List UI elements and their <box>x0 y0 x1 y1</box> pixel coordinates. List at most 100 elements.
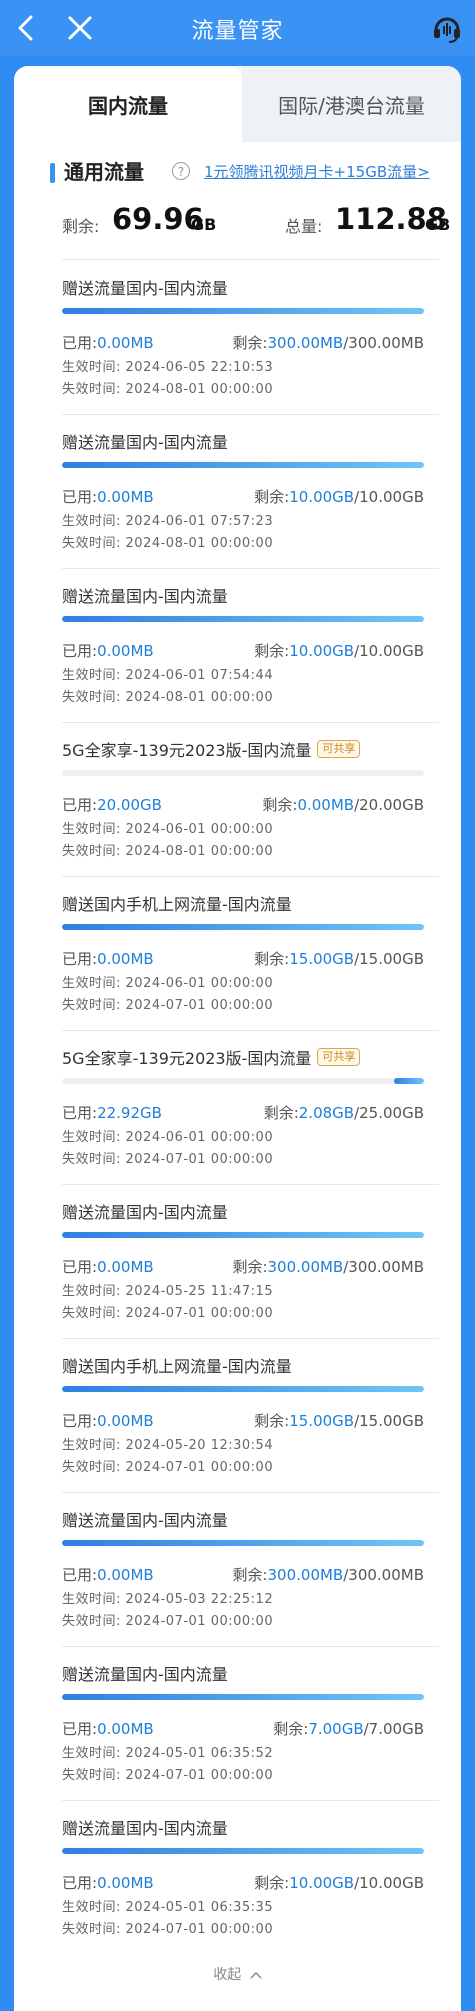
start-time: 生效时间: 2024-06-05 22:10:53 <box>62 356 273 375</box>
start-label: 生效时间: <box>62 1900 121 1915</box>
end-time: 失效时间: 2024-07-01 00:00:00 <box>62 1918 273 1937</box>
remain-value: 2.08GB <box>298 1104 355 1122</box>
used-amount: 已用:0.00MB <box>62 1872 154 1893</box>
start-time: 生效时间: 2024-06-01 00:00:00 <box>62 1126 273 1145</box>
end-time: 失效时间: 2024-07-01 00:00:00 <box>62 1456 273 1475</box>
end-time: 失效时间: 2024-08-01 00:00:00 <box>62 532 273 551</box>
start-value: 2024-06-01 07:57:23 <box>125 514 274 529</box>
start-label: 生效时间: <box>62 822 121 837</box>
start-time: 生效时间: 2024-06-01 00:00:00 <box>62 972 273 991</box>
usage-bar-fill <box>62 1232 424 1238</box>
item-name: 赠送流量国内-国内流量 <box>62 1815 228 1839</box>
item-name: 赠送流量国内-国内流量 <box>62 429 228 453</box>
end-time: 失效时间: 2024-08-01 00:00:00 <box>62 686 273 705</box>
remain-label: 剩余: <box>232 334 268 352</box>
collapse-button[interactable]: 收起 <box>14 1964 461 1984</box>
remain-label: 剩余: <box>262 796 298 814</box>
end-time: 失效时间: 2024-08-01 00:00:00 <box>62 840 273 859</box>
start-label: 生效时间: <box>62 1592 121 1607</box>
tab-domestic[interactable]: 国内流量 <box>14 66 242 142</box>
start-time: 生效时间: 2024-05-01 06:35:35 <box>62 1896 273 1915</box>
section-accent <box>50 163 55 183</box>
item-name: 5G全家享-139元2023版-国内流量 可共享 <box>62 1045 361 1069</box>
start-label: 生效时间: <box>62 514 121 529</box>
item-name-text: 赠送流量国内-国内流量 <box>62 1511 228 1530</box>
traffic-item: 赠送国内手机上网流量-国内流量 已用:0.00MB 剩余:15.00GB/15.… <box>14 1338 461 1492</box>
remain-amount: 剩余:10.00GB/10.00GB <box>254 640 424 661</box>
end-label: 失效时间: <box>62 1614 121 1629</box>
total-value: /15.00GB <box>354 1412 424 1430</box>
start-value: 2024-06-01 00:00:00 <box>125 822 274 837</box>
start-value: 2024-05-01 06:35:52 <box>125 1746 274 1761</box>
end-time: 失效时间: 2024-07-01 00:00:00 <box>62 1610 273 1629</box>
used-value: 20.00GB <box>97 796 162 814</box>
remain-label: 剩余: <box>263 1104 299 1122</box>
help-icon[interactable]: ? <box>172 162 190 180</box>
usage-bar-fill <box>62 1848 424 1854</box>
traffic-item: 赠送流量国内-国内流量 已用:0.00MB 剩余:10.00GB/10.00GB… <box>14 568 461 722</box>
used-value: 22.92GB <box>97 1104 162 1122</box>
used-value: 0.00MB <box>97 1566 154 1584</box>
start-time: 生效时间: 2024-05-01 06:35:52 <box>62 1742 273 1761</box>
used-value: 0.00MB <box>97 1720 154 1738</box>
used-amount: 已用:0.00MB <box>62 640 154 661</box>
traffic-item: 赠送流量国内-国内流量 已用:0.00MB 剩余:7.00GB/7.00GB 生… <box>14 1646 461 1800</box>
promo-link[interactable]: 1元领腾讯视频月卡+15GB流量> <box>204 161 430 182</box>
tab-bar: 国内流量 国际/港澳台流量 <box>14 66 461 142</box>
traffic-item: 赠送流量国内-国内流量 已用:0.00MB 剩余:10.00GB/10.00GB… <box>14 414 461 568</box>
start-value: 2024-05-20 12:30:54 <box>125 1438 274 1453</box>
usage-bar <box>62 1078 424 1084</box>
start-time: 生效时间: 2024-06-01 07:57:23 <box>62 510 273 529</box>
usage-bar <box>62 1386 424 1392</box>
traffic-item: 赠送流量国内-国内流量 已用:0.00MB 剩余:300.00MB/300.00… <box>14 1184 461 1338</box>
customer-service-button[interactable] <box>427 8 467 48</box>
used-label: 已用: <box>62 1104 98 1122</box>
end-value: 2024-07-01 00:00:00 <box>125 1922 274 1937</box>
item-name-text: 5G全家享-139元2023版-国内流量 <box>62 741 312 760</box>
remain-label: 剩余: <box>254 488 290 506</box>
tab-international[interactable]: 国际/港澳台流量 <box>242 66 461 142</box>
usage-bar <box>62 770 424 776</box>
item-name: 5G全家享-139元2023版-国内流量 可共享 <box>62 737 361 761</box>
used-amount: 已用:0.00MB <box>62 332 154 353</box>
page-title: 流量管家 <box>191 19 284 44</box>
remain-amount: 剩余:15.00GB/15.00GB <box>254 1410 424 1431</box>
used-value: 0.00MB <box>97 488 154 506</box>
start-value: 2024-06-01 00:00:00 <box>125 976 274 991</box>
total-value: /10.00GB <box>354 642 424 660</box>
end-label: 失效时间: <box>62 1306 121 1321</box>
start-label: 生效时间: <box>62 360 121 375</box>
total-value: /300.00MB <box>343 334 424 352</box>
end-value: 2024-08-01 00:00:00 <box>125 844 274 859</box>
headset-icon <box>434 17 460 43</box>
traffic-item: 赠送流量国内-国内流量 已用:0.00MB 剩余:10.00GB/10.00GB… <box>14 1800 461 1954</box>
end-value: 2024-07-01 00:00:00 <box>125 998 274 1013</box>
used-value: 0.00MB <box>97 1258 154 1276</box>
usage-bar-fill <box>62 1540 424 1546</box>
remain-amount: 剩余:300.00MB/300.00MB <box>232 332 424 353</box>
end-label: 失效时间: <box>62 844 121 859</box>
item-name-text: 赠送流量国内-国内流量 <box>62 433 228 452</box>
remain-value: 300.00MB <box>267 334 344 352</box>
total-value: /10.00GB <box>354 1874 424 1892</box>
start-label: 生效时间: <box>62 1130 121 1145</box>
chevron-up-icon <box>250 1971 262 1979</box>
start-label: 生效时间: <box>62 1746 121 1761</box>
traffic-item: 赠送流量国内-国内流量 已用:0.00MB 剩余:300.00MB/300.00… <box>14 1492 461 1646</box>
end-label: 失效时间: <box>62 1460 121 1475</box>
total-label: 总量: <box>285 217 323 236</box>
item-name: 赠送流量国内-国内流量 <box>62 1507 228 1531</box>
end-time: 失效时间: 2024-07-01 00:00:00 <box>62 994 273 1013</box>
item-name: 赠送国内手机上网流量-国内流量 <box>62 1353 292 1377</box>
usage-bar-fill <box>62 308 424 314</box>
total-value: /25.00GB <box>354 1104 424 1122</box>
used-amount: 已用:20.00GB <box>62 794 162 815</box>
end-label: 失效时间: <box>62 1922 121 1937</box>
end-value: 2024-08-01 00:00:00 <box>125 536 274 551</box>
total-value: /15.00GB <box>354 950 424 968</box>
used-label: 已用: <box>62 1412 98 1430</box>
used-label: 已用: <box>62 488 98 506</box>
used-label: 已用: <box>62 1566 98 1584</box>
usage-bar-fill <box>62 1694 424 1700</box>
remain-amount: 剩余:300.00MB/300.00MB <box>232 1564 424 1585</box>
